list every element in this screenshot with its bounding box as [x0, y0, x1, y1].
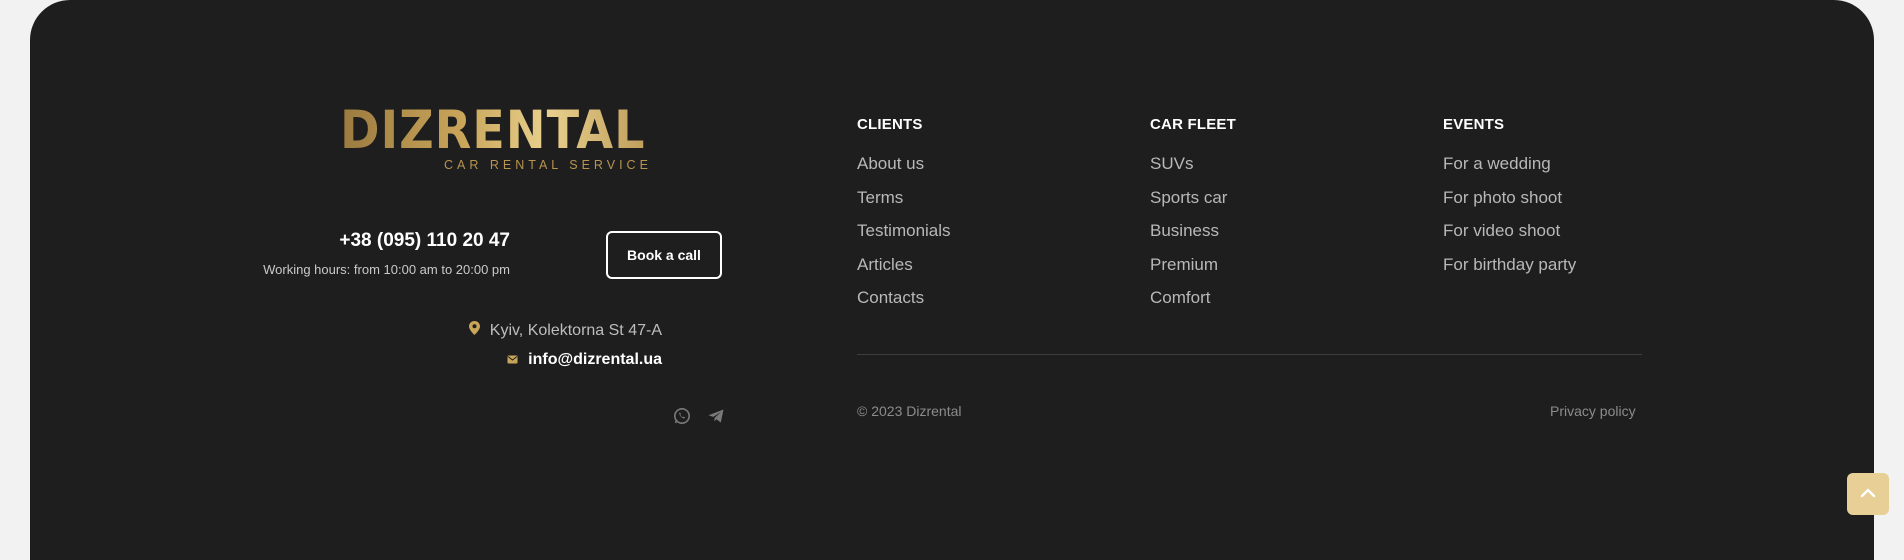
logo[interactable]: DIZRENTAL CAR RENTAL SERVICE [340, 104, 724, 174]
events-column: EVENTS For a wedding For photo shoot For… [1443, 116, 1576, 281]
column-title: CLIENTS [857, 116, 923, 133]
chevron-up-icon [1860, 485, 1876, 503]
car-fleet-column: CAR FLEET SUVs Sports car Business Premi… [1150, 116, 1236, 315]
link-business[interactable]: Business [1150, 214, 1236, 248]
book-call-button[interactable]: Book a call [606, 231, 722, 279]
link-about-us[interactable]: About us [857, 147, 951, 181]
telegram-icon[interactable] [707, 407, 725, 425]
working-hours: Working hours: from 10:00 am to 20:00 pm [263, 262, 510, 277]
link-wedding[interactable]: For a wedding [1443, 147, 1576, 181]
envelope-icon [507, 351, 518, 369]
divider [857, 354, 1642, 355]
link-premium[interactable]: Premium [1150, 248, 1236, 282]
link-sports-car[interactable]: Sports car [1150, 181, 1236, 215]
address: Kyiv, Kolektorna St 47-A [468, 321, 662, 340]
link-suvs[interactable]: SUVs [1150, 147, 1236, 181]
link-birthday-party[interactable]: For birthday party [1443, 248, 1576, 282]
link-photo-shoot[interactable]: For photo shoot [1443, 181, 1576, 215]
map-pin-icon [468, 321, 480, 340]
whatsapp-icon[interactable] [673, 407, 691, 425]
link-video-shoot[interactable]: For video shoot [1443, 214, 1576, 248]
logo-wordmark: DIZRENTAL [340, 104, 686, 157]
address-text: Kyiv, Kolektorna St 47-A [489, 321, 662, 339]
privacy-policy-link[interactable]: Privacy policy [1550, 403, 1636, 419]
email-link[interactable]: info@dizrental.ua [507, 351, 662, 369]
email-text: info@dizrental.ua [528, 351, 662, 368]
link-contacts[interactable]: Contacts [857, 281, 951, 315]
footer: DIZRENTAL CAR RENTAL SERVICE +38 (095) 1… [30, 0, 1874, 560]
scroll-to-top-button[interactable] [1847, 473, 1889, 515]
column-title: CAR FLEET [1150, 116, 1236, 133]
logo-tagline: CAR RENTAL SERVICE [444, 158, 652, 172]
column-title: EVENTS [1443, 116, 1505, 133]
link-comfort[interactable]: Comfort [1150, 281, 1236, 315]
link-terms[interactable]: Terms [857, 181, 951, 215]
link-articles[interactable]: Articles [857, 248, 951, 282]
clients-column: CLIENTS About us Terms Testimonials Arti… [857, 116, 951, 315]
link-testimonials[interactable]: Testimonials [857, 214, 951, 248]
copyright: © 2023 Dizrental [857, 403, 962, 419]
social-links [673, 407, 725, 425]
phone-number[interactable]: +38 (095) 110 20 47 [339, 230, 510, 252]
